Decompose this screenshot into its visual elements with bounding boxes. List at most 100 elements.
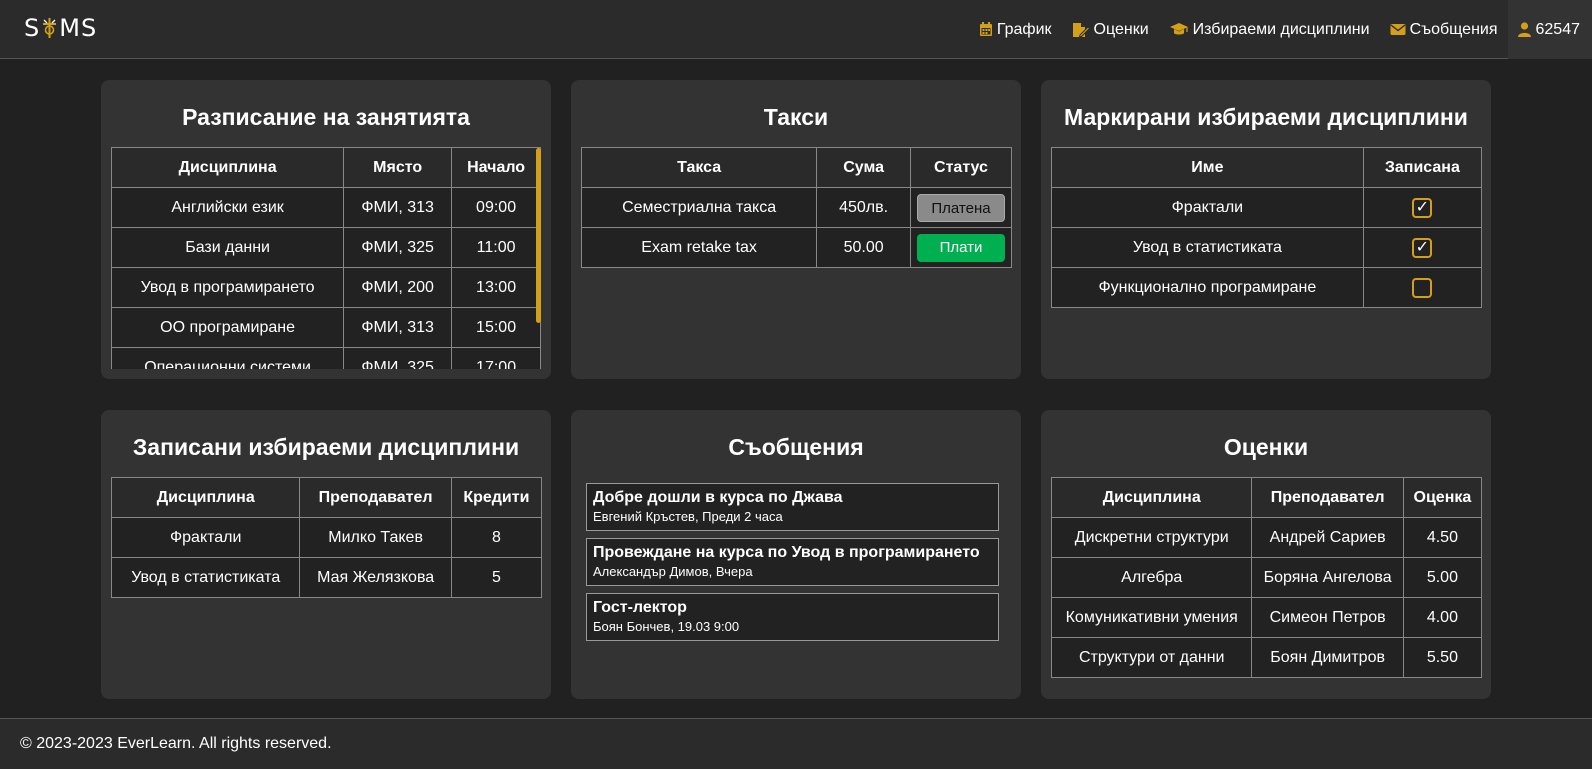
enrolled-cell: Мая Желязкова xyxy=(299,557,452,598)
enrolled-electives-title: Записани избираеми дисциплини xyxy=(132,434,520,460)
schedule-cell: ФМИ, 313 xyxy=(343,187,453,228)
grades-header-discipline: Дисциплина xyxy=(1051,477,1253,518)
table-row: Бази данни ФМИ, 325 11:00 xyxy=(111,227,541,268)
marked-elective-name: Функционално програмиране xyxy=(1051,267,1364,308)
marked-elective-name: Увод в статистиката xyxy=(1051,227,1364,268)
nav-grades-label: Оценки xyxy=(1093,20,1149,38)
marked-table-wrap: Име Записана Фрактали ✓ Увод в статистик… xyxy=(1051,147,1482,308)
message-title: Гост-лектор xyxy=(593,599,687,616)
paid-badge: Платена xyxy=(916,193,1005,222)
table-row: Exam retake tax 50.00 Плати xyxy=(581,227,1012,268)
nav-user[interactable]: 62547 xyxy=(1507,0,1592,59)
table-row: Дискретни структури Андрей Сариев 4.50 xyxy=(1051,517,1482,558)
schedule-cell: ФМИ, 325 xyxy=(343,347,453,369)
table-row: Семестриална такса 450лв. Платена xyxy=(581,187,1012,228)
grades-table: Дисциплина Преподавател Оценка Дискретни… xyxy=(1051,477,1482,678)
marked-checkbox-cell: ✓ xyxy=(1362,227,1482,268)
nav-menu: График Оценки Избираеми дисциплини Съобщ… xyxy=(969,0,1592,59)
grades-cell: Дискретни структури xyxy=(1051,517,1253,558)
schedule-header-place: Място xyxy=(343,147,453,188)
fees-table: Такса Сума Статус Семестриална такса 450… xyxy=(581,147,1012,268)
fee-name: Семестриална такса xyxy=(581,187,818,228)
message-item[interactable]: Гост-лектор Боян Бончев, 19.03 9:00 xyxy=(586,593,999,641)
nav-schedule[interactable]: График xyxy=(969,0,1062,59)
marked-electives-title: Маркирани избираеми дисциплини xyxy=(1064,104,1468,130)
table-row: Увод в статистиката ✓ xyxy=(1051,227,1482,268)
fees-title: Такси xyxy=(763,104,829,130)
table-row: Фрактали ✓ xyxy=(1051,187,1482,228)
enrolled-electives-table: Дисциплина Преподавател Кредити Фрактали… xyxy=(111,477,542,598)
grades-cell: Боряна Ангелова xyxy=(1251,557,1404,598)
grades-card: Оценки Дисциплина Преподавател Оценка Ди… xyxy=(1041,410,1491,699)
schedule-cell: 13:00 xyxy=(451,267,541,308)
nav-messages[interactable]: Съобщения xyxy=(1380,0,1508,59)
message-meta: Евгений Кръстев, Преди 2 часа xyxy=(593,509,783,524)
table-row: Увод в програмирането ФМИ, 200 13:00 xyxy=(111,267,541,308)
graduation-cap-icon xyxy=(1169,23,1188,35)
fees-card: Такси Такса Сума Статус Семестриална так… xyxy=(571,80,1021,379)
fees-header-status: Статус xyxy=(909,147,1012,188)
logo[interactable]: S MS xyxy=(24,14,97,42)
enrolled-checkbox[interactable]: ✓ xyxy=(1412,197,1433,218)
logo-emblem-icon xyxy=(41,16,58,40)
messages-card: Съобщения Добре дошли в курса по Джава Е… xyxy=(571,410,1021,699)
enrolled-header-teacher: Преподавател xyxy=(299,477,452,518)
table-row: Английски език ФМИ, 313 09:00 xyxy=(111,187,541,228)
grades-table-wrap: Дисциплина Преподавател Оценка Дискретни… xyxy=(1051,477,1482,678)
enrolled-cell: 8 xyxy=(450,517,542,558)
footer-copyright: © 2023-2023 EverLearn. All rights reserv… xyxy=(20,735,332,752)
nav-schedule-label: График xyxy=(996,20,1052,38)
table-row: Увод в статистиката Мая Желязкова 5 xyxy=(111,557,542,598)
schedule-cell: ФМИ, 325 xyxy=(343,227,453,268)
enrolled-checkbox[interactable] xyxy=(1412,277,1433,298)
marked-electives-table: Име Записана Фрактали ✓ Увод в статистик… xyxy=(1051,147,1482,308)
marked-checkbox-cell xyxy=(1362,267,1482,308)
grades-header-teacher: Преподавател xyxy=(1251,477,1404,518)
calendar-icon xyxy=(979,22,992,36)
fees-table-wrap: Такса Сума Статус Семестриална такса 450… xyxy=(581,147,1012,268)
nav-electives[interactable]: Избираеми дисциплини xyxy=(1159,0,1380,59)
table-row: ОО програмиране ФМИ, 313 15:00 xyxy=(111,307,541,348)
enrolled-cell: 5 xyxy=(450,557,542,598)
grades-cell: 4.00 xyxy=(1402,597,1482,638)
schedule-scrollbar[interactable] xyxy=(536,148,541,323)
nav-electives-label: Избираеми дисциплини xyxy=(1192,20,1370,38)
enrolled-cell: Увод в статистиката xyxy=(111,557,301,598)
fee-status-cell: Плати xyxy=(909,227,1012,268)
file-edit-icon xyxy=(1072,22,1090,38)
table-row: Фрактали Милко Такев 8 xyxy=(111,517,542,558)
message-meta: Боян Бончев, 19.03 9:00 xyxy=(593,619,740,634)
schedule-cell: 15:00 xyxy=(451,307,541,348)
nav-grades[interactable]: Оценки xyxy=(1062,0,1159,59)
fees-header-fee: Такса xyxy=(581,147,818,188)
marked-header-name: Име xyxy=(1051,147,1364,188)
enrolled-cell: Фрактали xyxy=(111,517,301,558)
enrolled-table-wrap: Дисциплина Преподавател Кредити Фрактали… xyxy=(111,477,542,598)
message-meta: Александър Димов, Вчера xyxy=(593,564,753,579)
message-title: Провеждане на курса по Увод в програмира… xyxy=(593,544,980,561)
schedule-table: Дисциплина Място Начало Английски език Ф… xyxy=(111,147,541,369)
schedule-cell: 09:00 xyxy=(451,187,541,228)
message-item[interactable]: Добре дошли в курса по Джава Евгений Кръ… xyxy=(586,483,999,531)
user-icon xyxy=(1517,22,1531,37)
logo-text-right: MS xyxy=(59,14,98,42)
table-row: Структури от данни Боян Димитров 5.50 xyxy=(1051,637,1482,678)
fees-header-amount: Сума xyxy=(816,147,911,188)
message-item[interactable]: Провеждане на курса по Увод в програмира… xyxy=(586,538,999,586)
grades-cell: Андрей Сариев xyxy=(1251,517,1404,558)
enrolled-header-discipline: Дисциплина xyxy=(111,477,301,518)
schedule-header-start: Начало xyxy=(451,147,541,188)
grades-cell: Комуникативни умения xyxy=(1051,597,1253,638)
schedule-cell: Увод в програмирането xyxy=(111,267,345,308)
logo-text-left: S xyxy=(24,14,41,42)
enrolled-checkbox[interactable]: ✓ xyxy=(1412,237,1433,258)
schedule-table-scroll[interactable]: Дисциплина Място Начало Английски език Ф… xyxy=(111,147,541,369)
pay-button[interactable]: Плати xyxy=(916,233,1005,262)
schedule-title: Разписание на занятията xyxy=(182,104,470,130)
messages-title: Съобщения xyxy=(728,434,864,460)
grades-cell: 5.50 xyxy=(1402,637,1482,678)
table-row: Алгебра Боряна Ангелова 5.00 xyxy=(1051,557,1482,598)
message-title: Добре дошли в курса по Джава xyxy=(593,489,843,506)
enrolled-cell: Милко Такев xyxy=(299,517,452,558)
table-row: Функционално програмиране xyxy=(1051,267,1482,308)
